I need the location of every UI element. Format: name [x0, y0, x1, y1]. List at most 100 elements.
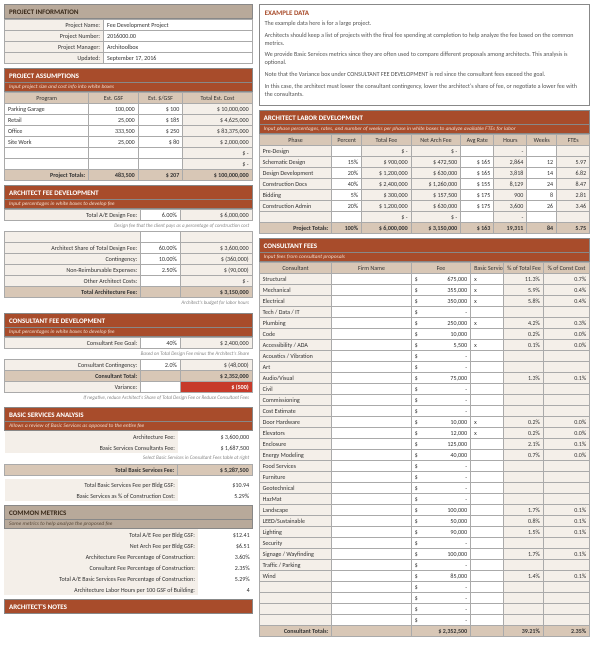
info-row: Project Name:Fee Development Project: [5, 20, 253, 31]
cell: [332, 428, 411, 439]
metrics-sub: Some metrics to help analyze the propose…: [4, 520, 253, 529]
architect-notes: ARCHITECT'S NOTES: [4, 599, 253, 614]
example-line: We provide Basic Services metrics since …: [265, 51, 585, 67]
cell: 3.46: [557, 201, 590, 212]
assumption-row: $ -: [5, 159, 253, 170]
cell: Pre-Design: [259, 146, 332, 157]
cell: [332, 505, 411, 516]
cell: Schematic Design: [259, 157, 332, 168]
cell: [332, 395, 411, 406]
labor-row: Schematic Design15%$ 900,000$ 472,500$ 1…: [259, 157, 590, 168]
metric-row: Net Arch Fee per Bldg GSF:$6.51: [4, 540, 253, 551]
cell: Consultant Totals:: [259, 626, 332, 637]
cell: Enclosure: [259, 439, 332, 450]
project-info-header: PROJECT INFORMATION: [4, 4, 253, 19]
cell: [527, 146, 557, 157]
cell: 2,864: [494, 157, 527, 168]
cell: 2.81: [557, 190, 590, 201]
cell: 0.4%: [543, 285, 589, 296]
cell: -: [494, 212, 527, 223]
labor: ARCHITECT LABOR DEVELOPMENT Input phase …: [259, 110, 591, 234]
cell: Signage / Wayfinding: [259, 549, 332, 560]
cell: 19,311: [494, 223, 527, 234]
cell: [332, 450, 411, 461]
cell: [332, 593, 411, 604]
cell: Total A/E Fee per Bldg GSF:: [4, 529, 198, 540]
cell: 100,000: [89, 104, 139, 115]
cell: [332, 296, 411, 307]
cell: [332, 527, 411, 538]
cell: 0.3%: [543, 318, 589, 329]
col-header: FTEs: [557, 135, 590, 146]
cell: $ 3,600,000: [180, 243, 252, 254]
cell: [543, 582, 589, 593]
consultant-row: Acoustics / Vibration$-: [259, 351, 590, 362]
col-header: Firm Name: [332, 263, 411, 274]
cell: Traffic / Parking: [259, 560, 332, 571]
bs-metric: Total Basic Services Fee per Bldg GSF:$1…: [5, 479, 253, 490]
cons-fee-sub: Input percentages in white boxes to deve…: [4, 328, 253, 337]
cell: [332, 483, 411, 494]
cell: [141, 232, 181, 243]
cell: [332, 516, 411, 527]
cell: [332, 461, 411, 472]
cell: Elevators: [259, 428, 332, 439]
cons-fee-row: Consultant Contingency:2.0%$ (48,000): [5, 359, 253, 370]
cell: $ 207: [138, 170, 183, 181]
cell: $ 6,000,000: [362, 223, 412, 234]
cell: Consultant Total:: [5, 370, 141, 381]
cell: 0.0%: [543, 417, 589, 428]
cell: [138, 159, 183, 170]
consultant-row: $-: [259, 615, 590, 626]
cell: [504, 560, 544, 571]
consultant-row: Geotechnical$-: [259, 483, 590, 494]
cell: [471, 538, 504, 549]
labor-row: Construction Docs40%$ 2,400,000$ 1,260,0…: [259, 179, 590, 190]
cell: Structural: [259, 274, 332, 285]
cell: 2.35%: [198, 562, 253, 573]
cell: Food Services: [259, 461, 332, 472]
cell: Electrical: [259, 296, 332, 307]
cons-fee-variance: Variance:$ (500): [5, 381, 253, 392]
cell: 100%: [332, 223, 362, 234]
cell: Mechanical: [259, 285, 332, 296]
metric-row: Total A/E Basic Services Fee Percentage …: [4, 573, 253, 584]
assumptions-total: Project Totals:483,500$ 207$ 100,000,000: [5, 170, 253, 181]
cell: $ -: [183, 148, 252, 159]
cell: $ -: [362, 212, 412, 223]
cell: [332, 340, 411, 351]
cell: [471, 549, 504, 560]
cell: 3,600: [494, 201, 527, 212]
cell: Retail: [5, 115, 89, 126]
arch-fee-row: Non-Reimbursable Expenses:2.50%$ (90,000…: [5, 265, 253, 276]
cell: $ 157,500: [411, 190, 461, 201]
cell: [471, 351, 504, 362]
cell: $ 10,000,000: [183, 104, 252, 115]
cell: [543, 494, 589, 505]
cell: Consultant Fee Goal:: [5, 337, 141, 348]
cell: Total Basic Services Fee:: [5, 464, 178, 475]
assumptions-header: PROJECT ASSUMPTIONS: [4, 68, 253, 83]
cell: 84: [527, 223, 557, 234]
labor-row: Pre-Design$ -$ --: [259, 146, 590, 157]
notes-header: ARCHITECT'S NOTES: [4, 599, 253, 614]
col-header: Basic Services?: [471, 263, 504, 274]
consultant-row: $-: [259, 593, 590, 604]
cell: 6.82: [557, 168, 590, 179]
cell: 0.0%: [543, 450, 589, 461]
cell: [543, 593, 589, 604]
cell: [5, 148, 89, 159]
cell: [543, 483, 589, 494]
metric-row: Architecture Labor Hours per 100 GSF of …: [4, 584, 253, 595]
cell: [5, 159, 89, 170]
cell: [543, 384, 589, 395]
consultant-row: Structural$675,000x11.3%0.7%: [259, 274, 590, 285]
cell: $ 2,352,500: [411, 626, 470, 637]
cell: Architecture Labor Hours per 100 GSF of …: [4, 584, 198, 595]
cell: [504, 615, 544, 626]
info-row: Project Number:2016000.00: [5, 31, 253, 42]
cell: [527, 212, 557, 223]
cell: [504, 384, 544, 395]
cell: HazMat: [259, 494, 332, 505]
cell: [504, 395, 544, 406]
